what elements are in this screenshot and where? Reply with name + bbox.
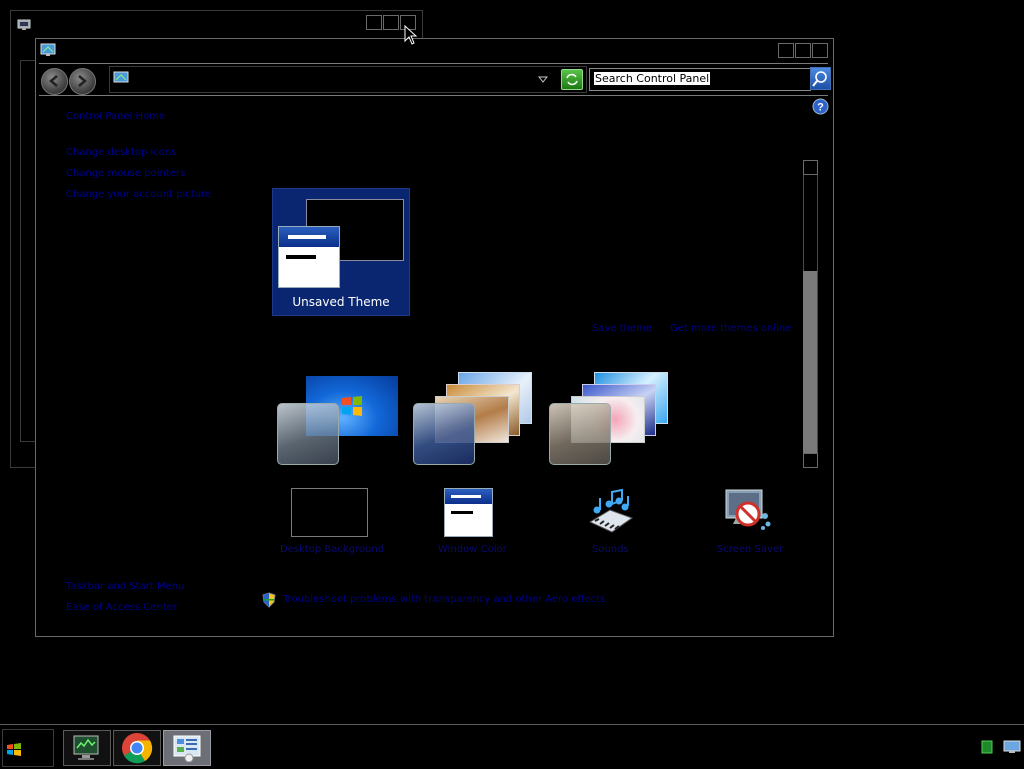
forward-button[interactable] <box>69 68 96 95</box>
help-icon[interactable]: ? <box>812 98 829 115</box>
theme-tile-characters[interactable] <box>549 372 674 467</box>
sounds-icon[interactable] <box>584 488 634 533</box>
change-mouse-pointers-link[interactable]: Change mouse pointers <box>66 168 185 179</box>
scroll-up-button[interactable] <box>803 160 818 175</box>
window-color-label[interactable]: Window Color <box>438 544 507 555</box>
sounds-label[interactable]: Sounds <box>592 544 629 555</box>
chrome-icon <box>122 733 153 764</box>
address-bar[interactable] <box>109 66 587 93</box>
back-button[interactable] <box>41 68 68 95</box>
close-button[interactable] <box>812 43 828 58</box>
glass-swatch-3 <box>549 403 611 465</box>
windows-logo-icon <box>342 396 362 416</box>
location-icon <box>113 71 129 83</box>
theme-tile-windows7[interactable] <box>277 372 402 467</box>
address-toolbar: Search Control Panel <box>39 63 831 96</box>
change-desktop-icons-link[interactable]: Change desktop icons <box>66 147 176 158</box>
taskbar <box>0 724 1024 769</box>
bg-maximize-button[interactable] <box>383 15 399 30</box>
glass-swatch-2 <box>413 403 475 465</box>
taskbar-chrome[interactable] <box>113 730 161 766</box>
desktop-background-icon[interactable] <box>291 488 368 537</box>
tray-green-icon[interactable] <box>981 740 993 754</box>
start-button[interactable] <box>2 729 54 767</box>
start-windows-icon <box>7 743 21 756</box>
personalization-window[interactable]: Search Control Panel ? Control Panel Hom… <box>35 38 834 637</box>
scrollbar-thumb[interactable] <box>803 271 817 453</box>
taskbar-system-monitor[interactable] <box>63 730 111 766</box>
maximize-button[interactable] <box>795 43 811 58</box>
minimize-button[interactable] <box>778 43 794 58</box>
theme-tile-architecture[interactable] <box>413 372 538 467</box>
taskbar-control-panel[interactable] <box>163 730 211 766</box>
scroll-down-button[interactable] <box>803 453 818 468</box>
desktop-background-label[interactable]: Desktop Background <box>280 544 384 555</box>
window-color-icon[interactable] <box>444 488 493 537</box>
theme-label-unsaved: Unsaved Theme <box>292 295 390 309</box>
control-panel-home-link[interactable]: Control Panel Home <box>66 111 165 122</box>
address-dropdown-icon[interactable] <box>538 76 548 84</box>
screen-saver-icon[interactable] <box>722 486 774 536</box>
tray-network-icon[interactable] <box>1003 740 1021 754</box>
glass-swatch-1 <box>277 403 339 465</box>
svg-text:?: ? <box>817 102 824 114</box>
screen-saver-label[interactable]: Screen Saver <box>717 544 783 555</box>
get-more-themes-link[interactable]: Get more themes online <box>670 323 791 334</box>
save-theme-link[interactable]: Save theme <box>592 323 652 334</box>
bg-minimize-button[interactable] <box>366 15 382 30</box>
uac-shield-icon <box>262 592 276 608</box>
change-account-picture-link[interactable]: Change your account picture <box>66 189 211 200</box>
search-placeholder: Search Control Panel <box>594 72 711 85</box>
theme-preview-window <box>278 226 340 288</box>
mouse-cursor-icon <box>404 25 418 45</box>
system-monitor-icon <box>73 735 99 760</box>
window-icon <box>40 42 56 56</box>
search-input[interactable]: Search Control Panel <box>589 68 811 91</box>
see-also-taskbar-link[interactable]: Taskbar and Start Menu <box>66 581 184 592</box>
troubleshoot-transparency-link[interactable]: Troubleshoot problems with transparency … <box>283 594 605 605</box>
see-also-ease-of-access-link[interactable]: Ease of Access Center <box>66 602 177 613</box>
search-button[interactable] <box>810 67 831 90</box>
refresh-button[interactable] <box>561 69 583 90</box>
theme-tile-unsaved[interactable]: Unsaved Theme <box>272 188 410 316</box>
control-panel-icon <box>173 735 201 762</box>
search-icon <box>812 71 827 87</box>
bg-window-icon <box>17 16 31 30</box>
